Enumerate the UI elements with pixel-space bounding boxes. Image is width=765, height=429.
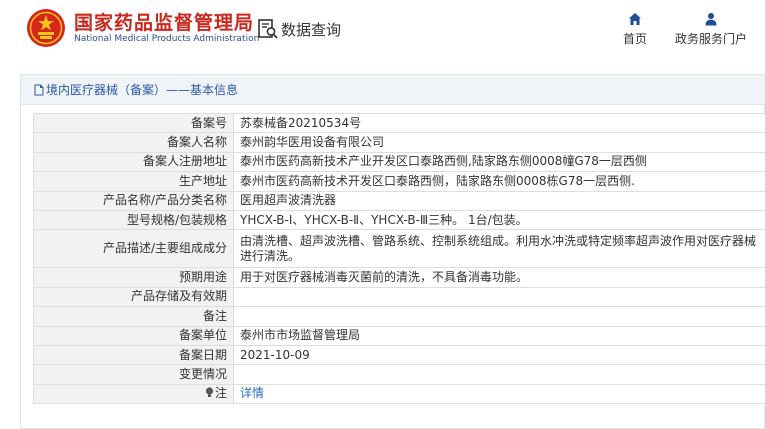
nmpa-emblem-icon[interactable] (26, 8, 66, 48)
field-label: 型号规格/包装规格 (33, 209, 234, 231)
table-row: 备注 (33, 306, 765, 327)
field-value: 泰州市医药高新技术开发区口泰路西侧，陆家路东侧0008栋G78一层西侧. (233, 171, 765, 192)
nav-service-portal[interactable]: 政务服务门户 (672, 12, 750, 47)
field-value: 泰州市市场监督管理局 (233, 325, 765, 346)
lightbulb-icon (205, 387, 214, 398)
table-row: 备案人名称 泰州韵华医用设备有限公司 (33, 132, 765, 153)
field-label: 备注 (33, 306, 234, 327)
record-info-table: 备案号 苏泰械备20210534号 备案人名称 泰州韵华医用设备有限公司 备案人… (33, 112, 765, 405)
note-label: 注 (214, 386, 227, 401)
data-query-link[interactable]: 数据查询 (257, 16, 341, 42)
brand-title[interactable]: 国家药品监督管理局 (74, 8, 254, 35)
details-link-cell: 详情 (233, 383, 765, 405)
field-label: 备案人注册地址 (33, 151, 234, 173)
field-value: 2021-10-09 (233, 344, 765, 366)
field-label: 生产地址 (33, 171, 234, 192)
field-value: 由清洗槽、超声波洗槽、管路系统、控制系统组成。利用水冲洗或特定频率超声波作用对医… (233, 229, 765, 269)
table-row: 预期用途 用于对医疗器械消毒灭菌前的清洗，不具备消毒功能。 (33, 267, 765, 288)
home-icon (629, 13, 641, 25)
field-label: 备案人名称 (33, 132, 234, 153)
search-document-icon (258, 19, 278, 39)
nav-home[interactable]: 首页 (620, 12, 650, 47)
field-value: 泰州市医药高新技术产业开发区口泰路西侧,陆家路东侧0008幢G78一层西侧 (233, 151, 765, 173)
table-row: 备案日期 2021-10-09 (33, 344, 765, 366)
table-row: 备案号 苏泰械备20210534号 (33, 112, 765, 134)
table-row: 产品名称/产品分类名称 医用超声波清洗器 (33, 190, 765, 211)
field-label: 变更情况 (33, 364, 234, 385)
field-label: 产品名称/产品分类名称 (33, 190, 234, 211)
field-value (233, 364, 765, 385)
table-row: 备案人注册地址 泰州市医药高新技术产业开发区口泰路西侧,陆家路东侧0008幢G7… (33, 151, 765, 173)
person-icon (705, 13, 717, 26)
detail-panel: 境内医疗器械（备案）——基本信息 备案号 苏泰械备20210534号 备案人名称… (20, 74, 765, 429)
field-value: 泰州韵华医用设备有限公司 (233, 132, 765, 153)
breadcrumb-text[interactable]: 境内医疗器械（备案）——基本信息 (46, 81, 238, 98)
field-value (233, 306, 765, 327)
nav-service-portal-label: 政务服务门户 (674, 32, 747, 46)
data-query-label: 数据查询 (281, 20, 342, 39)
table-row: 注 详情 (33, 383, 765, 405)
field-label: 产品存储及有效期 (33, 286, 234, 308)
field-label: 备案单位 (33, 325, 234, 346)
field-value: 医用超声波清洗器 (233, 190, 765, 211)
field-value: YHCX-B-Ⅰ、YHCX-B-Ⅱ、YHCX-B-Ⅲ三种。 1台/包装。 (233, 209, 765, 231)
field-value: 用于对医疗器械消毒灭菌前的清洗，不具备消毒功能。 (233, 267, 765, 288)
breadcrumb: 境内医疗器械（备案）——基本信息 (21, 75, 765, 105)
field-value (233, 286, 765, 308)
brand-subtitle[interactable]: National Medical Products Administration (74, 34, 259, 44)
field-label: 备案日期 (33, 344, 234, 366)
field-label: 预期用途 (33, 267, 234, 288)
field-value: 苏泰械备20210534号 (233, 112, 765, 134)
table-row: 型号规格/包装规格 YHCX-B-Ⅰ、YHCX-B-Ⅱ、YHCX-B-Ⅲ三种。 … (33, 209, 765, 231)
nav-home-label: 首页 (622, 32, 647, 46)
document-icon (34, 84, 44, 95)
details-link[interactable]: 详情 (240, 386, 264, 400)
note-label-cell: 注 (33, 383, 234, 405)
field-label: 备案号 (33, 112, 234, 134)
table-row: 生产地址 泰州市医药高新技术开发区口泰路西侧，陆家路东侧0008栋G78一层西侧… (33, 171, 765, 192)
table-row: 产品描述/主要组成成分 由清洗槽、超声波洗槽、管路系统、控制系统组成。利用水冲洗… (33, 229, 765, 269)
table-row: 变更情况 (33, 364, 765, 385)
site-header: 国家药品监督管理局 National Medical Products Admi… (0, 0, 765, 64)
table-row: 备案单位 泰州市市场监督管理局 (33, 325, 765, 346)
field-label: 产品描述/主要组成成分 (33, 229, 234, 269)
table-row: 产品存储及有效期 (33, 286, 765, 308)
